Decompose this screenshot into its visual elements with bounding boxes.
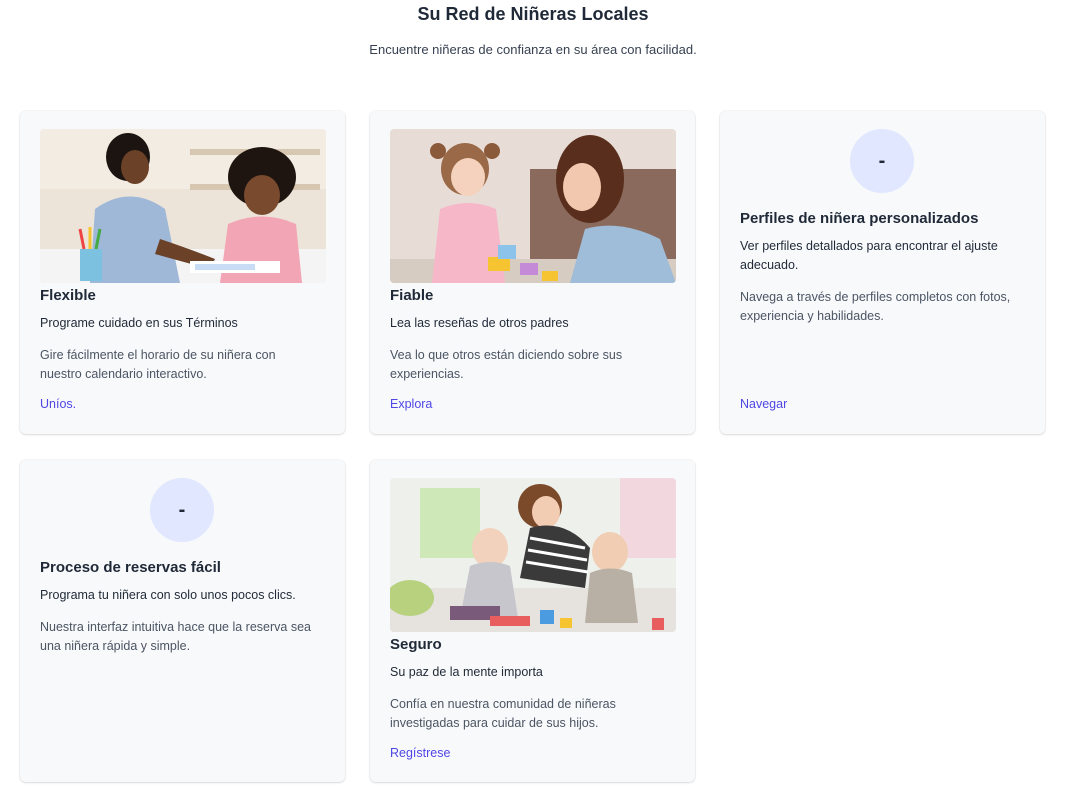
card-image-nanny-toys [390, 129, 676, 283]
feature-card-safe: Seguro Su paz de la mente importa Confía… [370, 460, 695, 782]
card-title: Flexible [40, 287, 96, 304]
card-title: Seguro [390, 636, 442, 653]
card-lead: Programe cuidado en sus Términos [40, 316, 238, 330]
feature-card-profiles: - Perfiles de niñera personalizados Ver … [720, 111, 1045, 434]
card-description: Confía en nuestra comunidad de niñeras i… [390, 697, 616, 730]
feature-card-booking: - Proceso de reservas fácil Programa tu … [20, 460, 345, 782]
card-image-nanny-babies [390, 478, 676, 632]
card-lead: Lea las reseñas de otros padres [390, 316, 569, 330]
page-title: Su Red de Niñeras Locales [417, 4, 649, 24]
feature-card-flexible: Flexible Programe cuidado en sus Término… [20, 111, 345, 434]
card-title: Proceso de reservas fácil [40, 559, 221, 576]
card-image-nanny-drawing [40, 129, 326, 283]
card-description: Vea lo que otros están diciendo sobre su… [390, 348, 623, 381]
card-description: Nuestra interfaz intuitiva hace que la r… [40, 620, 311, 653]
card-lead: Ver perfiles detallados para encontrar e… [740, 239, 998, 272]
join-link[interactable]: Uníos. [40, 397, 76, 411]
profile-icon: - [850, 129, 914, 193]
page-subtitle: Encuentre niñeras de confianza en su áre… [369, 42, 697, 57]
card-title: Perfiles de niñera personalizados [740, 210, 979, 227]
card-description: Navega a través de perfiles completos co… [740, 290, 1011, 323]
card-lead: Programa tu niñera con solo unos pocos c… [40, 588, 296, 602]
browse-link[interactable]: Navegar [740, 397, 787, 411]
card-lead: Su paz de la mente importa [390, 665, 543, 679]
card-description: Gire fácilmente el horario de su niñera … [40, 348, 276, 381]
signup-link[interactable]: Regístrese [390, 746, 450, 760]
explore-link[interactable]: Explora [390, 397, 432, 411]
card-title: Fiable [390, 287, 434, 304]
feature-card-reliable: Fiable Lea las reseñas de otros padres V… [370, 111, 695, 434]
calendar-icon: - [150, 478, 214, 542]
